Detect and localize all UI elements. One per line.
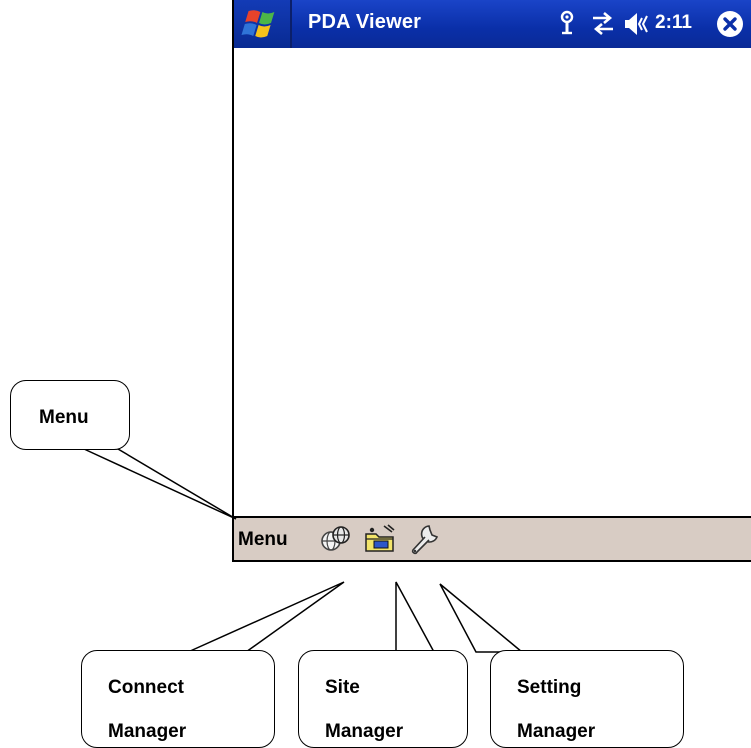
callout-site-line1: Site (325, 677, 360, 698)
callout-connect-line1: Connect (108, 677, 184, 698)
callout-site-line2: Manager (325, 721, 404, 742)
callout-connect-manager: Connect Manager (81, 650, 275, 748)
callout-setting-line2: Manager (517, 721, 596, 742)
callout-setting-line1: Setting (517, 677, 582, 698)
callout-menu-label: Menu (39, 407, 89, 428)
callout-setting-manager: Setting Manager (490, 650, 684, 748)
callout-menu: Menu (10, 380, 130, 450)
callout-site-manager: Site Manager (298, 650, 468, 748)
callout-leader-lines (83, 448, 525, 653)
callout-connect-line2: Manager (108, 721, 187, 742)
